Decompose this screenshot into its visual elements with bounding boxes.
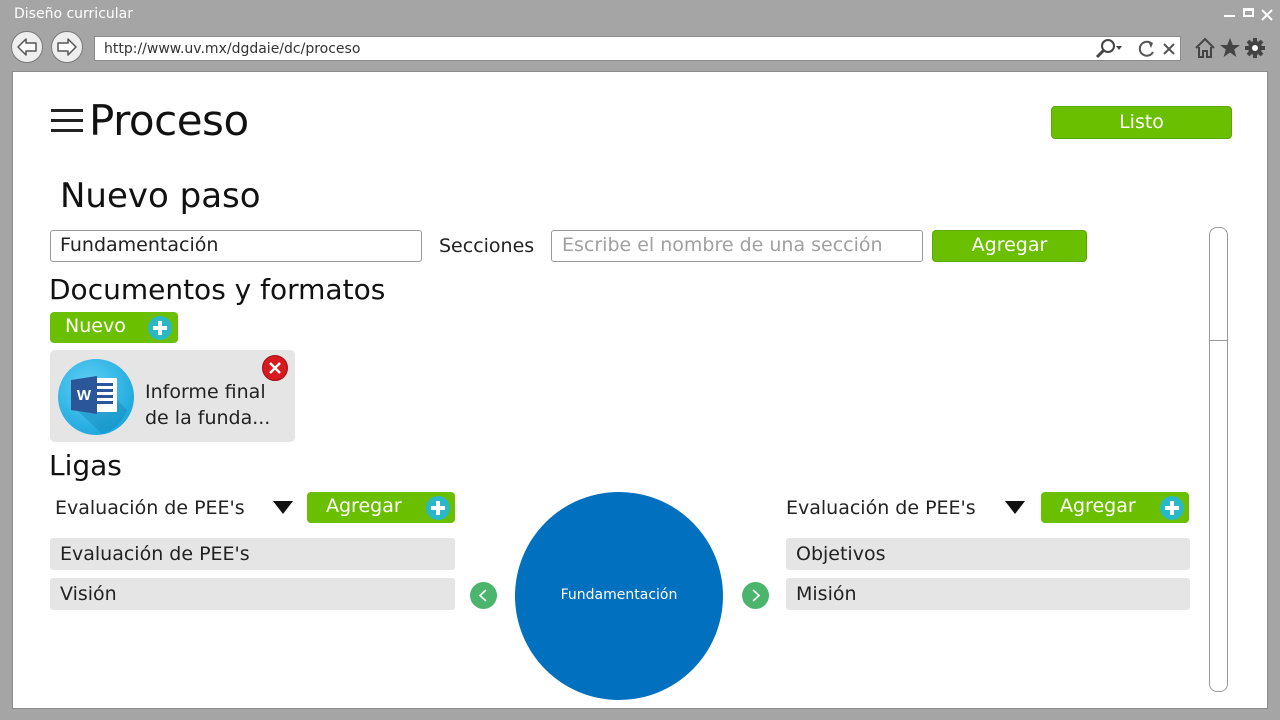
- address-bar[interactable]: http://www.uv.mx/dgdaie/dc/proceso: [94, 36, 1181, 61]
- dropdown-triangle-icon[interactable]: [1005, 501, 1025, 514]
- forward-button[interactable]: [51, 31, 83, 63]
- hamburger-menu-icon[interactable]: [51, 109, 83, 135]
- documents-heading: Documentos y formatos: [49, 273, 386, 306]
- center-node[interactable]: Fundamentación: [515, 492, 723, 700]
- window-titlebar: Diseño curricular: [0, 0, 1280, 30]
- add-right-link-label: Agregar: [1060, 495, 1136, 517]
- add-left-link-label: Agregar: [326, 495, 402, 517]
- sections-label: Secciones: [439, 235, 535, 257]
- plus-icon: [1160, 496, 1184, 520]
- dropdown-triangle-icon[interactable]: [273, 501, 293, 514]
- address-url[interactable]: http://www.uv.mx/dgdaie/dc/proceso: [104, 41, 360, 57]
- arrow-right-icon: [57, 38, 77, 56]
- favorites-star-icon[interactable]: [1218, 36, 1242, 60]
- section-name-input[interactable]: Escribe el nombre de una sección: [551, 230, 923, 262]
- maximize-button[interactable]: [1239, 4, 1257, 21]
- window-close-button[interactable]: [1258, 4, 1276, 25]
- home-icon[interactable]: [1194, 36, 1216, 60]
- page-content: Proceso Listo Nuevo paso Fundamentación …: [12, 71, 1268, 709]
- scrollbar-thumb[interactable]: [1210, 228, 1227, 341]
- chevron-right-icon[interactable]: [742, 582, 769, 609]
- search-icon[interactable]: [1094, 38, 1124, 60]
- svg-text:W: W: [77, 387, 92, 404]
- close-icon: [1261, 9, 1273, 21]
- page-title: Proceso: [89, 96, 249, 145]
- arrow-left-icon: [17, 38, 37, 56]
- add-left-link-button[interactable]: Agregar: [307, 492, 455, 523]
- back-button[interactable]: [11, 31, 43, 63]
- right-link-item[interactable]: Objetivos: [786, 538, 1190, 570]
- minimize-button[interactable]: [1220, 4, 1238, 21]
- chevron-left-icon[interactable]: [470, 582, 497, 609]
- close-icon: [269, 362, 281, 374]
- new-document-button[interactable]: Nuevo: [50, 312, 178, 343]
- add-section-button[interactable]: Agregar: [932, 230, 1087, 262]
- right-link-item[interactable]: Misión: [786, 578, 1190, 610]
- right-link-select[interactable]: Evaluación de PEE's: [786, 497, 976, 519]
- document-card[interactable]: W Informe final de la funda...: [50, 350, 295, 442]
- step-name-input[interactable]: Fundamentación: [50, 230, 422, 262]
- done-button[interactable]: Listo: [1051, 106, 1232, 139]
- vertical-scrollbar[interactable]: [1209, 227, 1228, 692]
- left-link-item[interactable]: Visión: [50, 578, 455, 610]
- window-title: Diseño curricular: [14, 6, 133, 22]
- stop-icon[interactable]: [1160, 38, 1178, 60]
- plus-icon: [148, 316, 172, 340]
- new-step-heading: Nuevo paso: [60, 176, 261, 216]
- minimize-icon: [1223, 15, 1235, 17]
- maximize-icon: [1242, 8, 1254, 17]
- new-document-label: Nuevo: [65, 315, 126, 337]
- document-name: Informe final de la funda...: [145, 381, 271, 429]
- add-right-link-button[interactable]: Agregar: [1041, 492, 1189, 523]
- left-link-select[interactable]: Evaluación de PEE's: [55, 497, 245, 519]
- remove-icon[interactable]: [262, 355, 288, 381]
- links-heading: Ligas: [49, 449, 122, 482]
- left-link-item[interactable]: Evaluación de PEE's: [50, 538, 455, 570]
- gear-icon[interactable]: [1243, 36, 1267, 60]
- refresh-icon[interactable]: [1135, 38, 1157, 60]
- word-icon: W: [58, 359, 134, 435]
- plus-icon: [426, 496, 450, 520]
